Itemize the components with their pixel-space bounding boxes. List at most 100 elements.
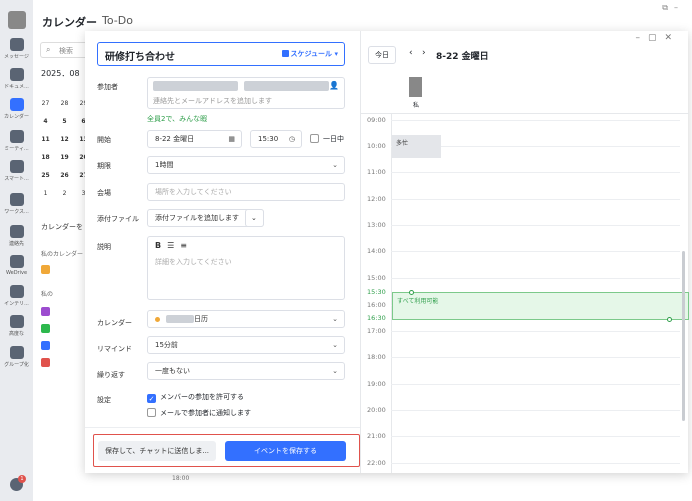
sidebar-item-integration[interactable]: インテリ...	[0, 285, 33, 307]
all-day-toggle[interactable]: 一日中	[310, 134, 344, 144]
person-label: 私	[413, 102, 420, 109]
advanced-icon	[9, 315, 24, 328]
start-date: 8-22 金曜日	[155, 135, 195, 143]
mini-day[interactable]: 1	[38, 190, 53, 197]
sidebar-item-docs[interactable]: ドキュメ...	[0, 68, 33, 90]
hour-line	[391, 120, 680, 121]
attendee-chip[interactable]	[153, 81, 238, 91]
attendees-label: 参加者	[97, 83, 118, 91]
workspace-icon	[9, 193, 24, 206]
hour-line	[391, 384, 680, 385]
sidebar-item-label: メッセージ	[4, 54, 29, 60]
checkbox-unchecked[interactable]	[147, 408, 156, 417]
clock-icon: ◷	[288, 135, 295, 143]
sidebar-item-calendar[interactable]: カレンダー	[0, 98, 33, 120]
calendar-checkbox[interactable]	[41, 358, 50, 367]
resize-handle-bottom[interactable]	[667, 317, 672, 322]
resize-handle-top[interactable]	[409, 290, 414, 295]
calendar-select[interactable]: 日历 ⌄	[147, 310, 345, 328]
hour-line	[391, 436, 680, 437]
mini-day[interactable]: 19	[57, 154, 72, 161]
duration-select[interactable]: 1時間 ⌄	[147, 156, 345, 174]
mini-day[interactable]: 12	[57, 136, 72, 143]
description-editor[interactable]: B☰≡ 詳細を入力してください	[147, 236, 345, 300]
prev-day-icon[interactable]: ‹	[409, 48, 413, 58]
mini-day[interactable]: 2	[57, 190, 72, 197]
email-notify-option[interactable]: メールで参加者に通知します	[147, 408, 251, 418]
search-icon: ⌕	[46, 45, 51, 54]
mini-day[interactable]: 18	[38, 154, 53, 161]
contacts-icon	[9, 225, 24, 238]
free-slot-block[interactable]: すべて利用可能	[392, 290, 689, 322]
checkbox-checked[interactable]: ✓	[147, 394, 156, 403]
sidebar-item-advanced[interactable]: 高度な	[0, 315, 33, 337]
sidebar-item-messages[interactable]: メッセージ	[0, 38, 33, 60]
add-person-icon[interactable]: 👤	[329, 81, 339, 90]
notification-badge[interactable]: 1	[10, 475, 26, 491]
search-input[interactable]: ⌕ 検索	[40, 42, 90, 58]
event-type-select[interactable]: スケジュール ▾	[281, 49, 338, 59]
save-and-send-button[interactable]: 保存して、チャットに送信しま...	[98, 441, 216, 461]
mini-day[interactable]: 5	[57, 118, 72, 125]
free-slot-label: すべて利用可能	[397, 298, 439, 305]
location-input[interactable]: 場所を入力してください	[147, 183, 345, 201]
mini-day[interactable]: 11	[38, 136, 53, 143]
start-date-field[interactable]: 8-22 金曜日 ▦	[147, 130, 242, 148]
mini-day[interactable]: 4	[38, 118, 53, 125]
calendar-checkbox[interactable]	[41, 307, 50, 316]
footer-divider	[85, 427, 360, 428]
reminder-value: 15分前	[155, 341, 178, 349]
allow-join-option[interactable]: ✓ メンバーの参加を許可する	[147, 392, 244, 403]
time-label: 10:00	[367, 142, 386, 150]
attachment-button-label: 添付ファイルを追加します	[155, 214, 239, 222]
scrollbar[interactable]	[682, 251, 685, 421]
avatar[interactable]	[8, 11, 26, 29]
sidebar-item-smart[interactable]: スマート...	[0, 160, 33, 182]
window-controls-top[interactable]: ⧉–	[662, 3, 684, 13]
time-label: 16:30	[367, 314, 386, 322]
repeat-select[interactable]: 一度もない ⌄	[147, 362, 345, 380]
sidebar-item-label: ワークス...	[4, 209, 29, 215]
bullet-list-icon[interactable]: ☰	[167, 241, 180, 250]
calendar-checkbox[interactable]	[41, 265, 50, 274]
sidebar-item-contacts[interactable]: 連絡先	[0, 225, 33, 247]
messages-icon	[9, 38, 24, 51]
start-time-field[interactable]: 15:30 ◷	[250, 130, 302, 148]
next-day-icon[interactable]: ›	[422, 48, 426, 58]
mini-day[interactable]: 27	[38, 100, 53, 107]
sidebar-item-meeting[interactable]: ミーティ...	[0, 130, 33, 152]
bold-icon[interactable]: B	[155, 241, 167, 250]
mini-day[interactable]: 25	[38, 172, 53, 179]
tab-calendar[interactable]: カレンダー	[42, 14, 97, 30]
time-label: 16:00	[367, 301, 386, 309]
sidebar-item-workspace[interactable]: ワークス...	[0, 193, 33, 215]
calendar-checkbox[interactable]	[41, 324, 50, 333]
event-title-input[interactable]: 研修打ち合わせ スケジュール ▾	[97, 42, 345, 66]
busy-block[interactable]: 多忙	[392, 135, 441, 158]
mini-day[interactable]: 28	[57, 100, 72, 107]
attachment-dropdown[interactable]: ⌄	[245, 209, 264, 227]
calendar-owner	[166, 315, 194, 323]
sidebar-item-wedrive[interactable]: WeDrive	[0, 255, 33, 276]
hour-line	[391, 331, 680, 332]
time-label: 22:00	[367, 459, 386, 467]
all-day-checkbox[interactable]	[310, 134, 319, 143]
attendee-chip[interactable]	[244, 81, 330, 91]
duration-value: 1時間	[155, 161, 174, 169]
today-button[interactable]: 今日	[368, 46, 396, 64]
sidebar-item-group[interactable]: グループ化	[0, 346, 33, 368]
hour-line	[391, 410, 680, 411]
start-label: 開始	[97, 136, 111, 144]
attendees-field[interactable]: 👤 連絡先とメールアドレスを追加します	[147, 77, 345, 109]
numbered-list-icon[interactable]: ≡	[180, 241, 193, 250]
calendar-label: カレンダー	[97, 319, 132, 327]
sidebar-item-label: インテリ...	[4, 301, 29, 307]
event-type-label: スケジュール	[290, 50, 333, 58]
sidebar-item-label: 連絡先	[8, 241, 24, 247]
tab-todo[interactable]: To-Do	[102, 14, 133, 27]
reminder-select[interactable]: 15分前 ⌄	[147, 336, 345, 354]
save-event-button[interactable]: イベントを保存する	[225, 441, 346, 461]
mini-day[interactable]: 26	[57, 172, 72, 179]
calendar-checkbox[interactable]	[41, 341, 50, 350]
sidebar-item-label: ミーティ...	[4, 146, 29, 152]
